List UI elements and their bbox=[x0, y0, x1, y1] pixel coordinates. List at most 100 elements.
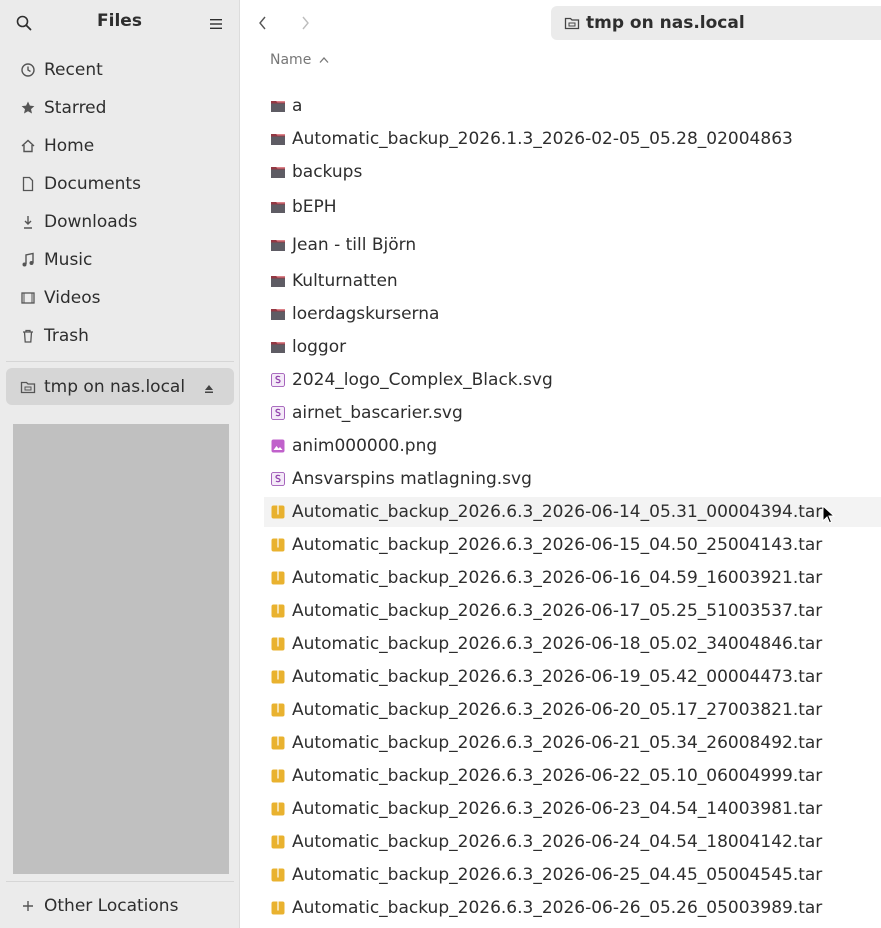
archive-icon bbox=[270, 636, 286, 652]
file-row[interactable]: Automatic_backup_2026.1.3_2026-02-05_05.… bbox=[264, 124, 881, 154]
sidebar-item-videos[interactable]: Videos bbox=[0, 279, 239, 317]
file-row[interactable]: a bbox=[264, 91, 881, 121]
file-row[interactable]: Automatic_backup_2026.6.3_2026-06-15_04.… bbox=[264, 530, 881, 560]
file-name: Automatic_backup_2026.1.3_2026-02-05_05.… bbox=[292, 129, 793, 149]
path-label: tmp on nas.local bbox=[586, 13, 745, 33]
video-icon bbox=[20, 290, 36, 306]
file-row[interactable]: loggor bbox=[264, 332, 881, 362]
archive-icon bbox=[270, 603, 286, 619]
file-name: a bbox=[292, 96, 303, 116]
file-row[interactable]: Automatic_backup_2026.6.3_2026-06-21_05.… bbox=[264, 728, 881, 758]
network-folder-icon bbox=[564, 15, 580, 31]
chevron-left-icon[interactable] bbox=[256, 12, 270, 34]
file-row[interactable]: 2024_logo_Complex_Black.svg bbox=[264, 365, 881, 395]
file-name: backups bbox=[292, 162, 363, 182]
file-view: tmp on nas.local Name a Automatic_backup_… bbox=[240, 0, 881, 928]
file-row[interactable]: backups bbox=[264, 157, 881, 187]
file-name: Automatic_backup_2026.6.3_2026-06-22_05.… bbox=[292, 766, 823, 786]
sidebar-separator bbox=[6, 361, 234, 362]
file-name: Automatic_backup_2026.6.3_2026-06-20_05.… bbox=[292, 700, 823, 720]
file-name: Automatic_backup_2026.6.3_2026-06-17_05.… bbox=[292, 601, 823, 621]
sidebar-item-label: Home bbox=[44, 136, 95, 156]
file-row[interactable]: Automatic_backup_2026.6.3_2026-06-25_04.… bbox=[264, 860, 881, 890]
file-row[interactable]: Automatic_backup_2026.6.3_2026-06-18_05.… bbox=[264, 629, 881, 659]
sidebar-item-label: Recent bbox=[44, 60, 103, 80]
sidebar-item-label: Other Locations bbox=[44, 896, 179, 916]
column-header-name[interactable]: Name bbox=[270, 52, 329, 68]
sidebar-item-other-locations[interactable]: Other Locations bbox=[0, 887, 239, 925]
archive-icon bbox=[270, 669, 286, 685]
file-row[interactable]: Automatic_backup_2026.6.3_2026-06-23_04.… bbox=[264, 794, 881, 824]
sidebar-item-label: tmp on nas.local bbox=[44, 376, 186, 397]
chevron-right-icon[interactable] bbox=[298, 12, 312, 34]
column-header-label: Name bbox=[270, 52, 312, 68]
sidebar-item-trash[interactable]: Trash bbox=[0, 317, 239, 355]
sidebar-separator bbox=[6, 881, 234, 882]
file-name: 2024_logo_Complex_Black.svg bbox=[292, 370, 553, 390]
menu-icon[interactable] bbox=[208, 16, 224, 30]
file-name: Automatic_backup_2026.6.3_2026-06-21_05.… bbox=[292, 733, 823, 753]
sort-up-icon bbox=[319, 56, 329, 64]
sidebar-blank-area bbox=[13, 424, 229, 874]
file-row[interactable]: Jean - till Björn bbox=[264, 230, 881, 260]
file-row[interactable]: Automatic_backup_2026.6.3_2026-06-20_05.… bbox=[264, 695, 881, 725]
sidebar-item-downloads[interactable]: Downloads bbox=[0, 203, 239, 241]
folder-icon bbox=[270, 339, 286, 355]
archive-icon bbox=[270, 537, 286, 553]
sidebar-item-documents[interactable]: Documents bbox=[0, 165, 239, 203]
network-folder-icon bbox=[20, 379, 36, 395]
archive-icon bbox=[270, 570, 286, 586]
file-name: Automatic_backup_2026.6.3_2026-06-23_04.… bbox=[292, 799, 823, 819]
folder-icon bbox=[270, 237, 286, 253]
sidebar-item-music[interactable]: Music bbox=[0, 241, 239, 279]
trash-icon bbox=[20, 328, 36, 344]
file-row[interactable]: Automatic_backup_2026.6.3_2026-06-16_04.… bbox=[264, 563, 881, 593]
file-row[interactable]: Kulturnatten bbox=[264, 266, 881, 296]
file-name: loerdagskurserna bbox=[292, 304, 440, 324]
file-row[interactable]: Automatic_backup_2026.6.3_2026-06-24_04.… bbox=[264, 827, 881, 857]
archive-icon bbox=[270, 504, 286, 520]
sidebar-item-mount[interactable]: tmp on nas.local bbox=[6, 368, 234, 405]
file-row[interactable]: airnet_bascarier.svg bbox=[264, 398, 881, 428]
image-file-icon bbox=[270, 438, 286, 454]
archive-icon bbox=[270, 702, 286, 718]
file-name: Automatic_backup_2026.6.3_2026-06-14_05.… bbox=[292, 502, 823, 522]
file-name: Automatic_backup_2026.6.3_2026-06-19_05.… bbox=[292, 667, 823, 687]
download-icon bbox=[20, 214, 36, 230]
sidebar-item-starred[interactable]: Starred bbox=[0, 89, 239, 127]
folder-icon bbox=[270, 164, 286, 180]
path-bar[interactable]: tmp on nas.local bbox=[551, 6, 881, 40]
sidebar-item-label: Music bbox=[44, 250, 93, 270]
file-name: Automatic_backup_2026.6.3_2026-06-16_04.… bbox=[292, 568, 823, 588]
eject-icon[interactable] bbox=[203, 380, 215, 393]
file-row[interactable]: Automatic_backup_2026.6.3_2026-06-19_05.… bbox=[264, 662, 881, 692]
sidebar-item-label: Documents bbox=[44, 174, 141, 194]
sidebar-item-label: Trash bbox=[44, 326, 89, 346]
home-icon bbox=[20, 138, 36, 154]
clock-icon bbox=[20, 62, 36, 78]
sidebar-header: Files bbox=[0, 0, 239, 46]
file-row[interactable]: Automatic_backup_2026.6.3_2026-06-26_05.… bbox=[264, 893, 881, 923]
file-name: Kulturnatten bbox=[292, 271, 398, 291]
file-name: bEPH bbox=[292, 197, 337, 217]
svg-file-icon bbox=[270, 471, 286, 487]
file-name: Automatic_backup_2026.6.3_2026-06-15_04.… bbox=[292, 535, 823, 555]
folder-icon bbox=[270, 131, 286, 147]
file-row[interactable]: Automatic_backup_2026.6.3_2026-06-17_05.… bbox=[264, 596, 881, 626]
file-row[interactable]: Ansvarspins matlagning.svg bbox=[264, 464, 881, 494]
file-name: airnet_bascarier.svg bbox=[292, 403, 463, 423]
folder-icon bbox=[270, 98, 286, 114]
file-name: anim000000.png bbox=[292, 436, 438, 456]
file-row[interactable]: anim000000.png bbox=[264, 431, 881, 461]
archive-icon bbox=[270, 900, 286, 916]
sidebar-item-home[interactable]: Home bbox=[0, 127, 239, 165]
file-row[interactable]: loerdagskurserna bbox=[264, 299, 881, 329]
music-icon bbox=[20, 252, 36, 268]
file-row[interactable]: bEPH bbox=[264, 192, 881, 222]
file-row[interactable]: Automatic_backup_2026.6.3_2026-06-14_05.… bbox=[264, 497, 881, 527]
file-name: Jean - till Björn bbox=[292, 235, 417, 255]
file-row[interactable]: Automatic_backup_2026.6.3_2026-06-22_05.… bbox=[264, 761, 881, 791]
sidebar-item-label: Downloads bbox=[44, 212, 138, 232]
archive-icon bbox=[270, 801, 286, 817]
sidebar-item-recent[interactable]: Recent bbox=[0, 51, 239, 89]
